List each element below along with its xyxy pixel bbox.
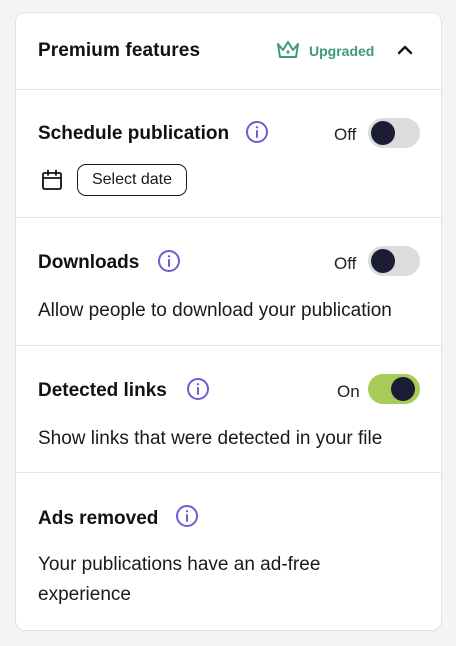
- info-icon[interactable]: [175, 504, 199, 528]
- section-ads-removed: Ads removed Your publications have an ad…: [16, 473, 441, 630]
- toggle-knob: [371, 249, 395, 273]
- select-date-button[interactable]: Select date: [77, 164, 187, 196]
- toggle-knob: [371, 121, 395, 145]
- card-header[interactable]: Premium features Upgraded: [16, 13, 441, 90]
- detected-links-toggle[interactable]: [368, 374, 420, 404]
- section-title: Downloads: [38, 252, 140, 273]
- section-detected-links: Detected links On Show links that were d…: [16, 346, 441, 473]
- section-schedule-publication: Schedule publication Off: [16, 90, 441, 218]
- chevron-up-icon[interactable]: [394, 39, 416, 61]
- section-description: Show links that were detected in your fi…: [38, 428, 383, 449]
- section-description: Allow people to download your publicatio…: [38, 300, 392, 321]
- section-description: Your publications have an ad-free experi…: [38, 554, 321, 605]
- section-title: Ads removed: [38, 508, 159, 529]
- section-downloads: Downloads Off Allow people to download y…: [16, 218, 441, 346]
- info-icon[interactable]: [157, 249, 181, 273]
- downloads-toggle[interactable]: [368, 246, 420, 276]
- upgraded-badge: Upgraded: [309, 43, 375, 59]
- section-title: Detected links: [38, 380, 167, 401]
- schedule-publication-toggle[interactable]: [368, 118, 420, 148]
- info-icon[interactable]: [186, 377, 210, 401]
- info-icon[interactable]: [245, 120, 269, 144]
- section-title: Schedule publication: [38, 123, 230, 144]
- premium-features-card: Premium features Upgraded Schedule publi…: [15, 12, 442, 631]
- crown-icon: [277, 41, 299, 58]
- calendar-icon: [42, 169, 62, 190]
- toggle-state-label: Off: [334, 254, 357, 273]
- toggle-state-label: Off: [334, 125, 357, 144]
- toggle-state-label: On: [337, 382, 360, 401]
- card-title: Premium features: [38, 40, 201, 61]
- toggle-knob: [391, 377, 415, 401]
